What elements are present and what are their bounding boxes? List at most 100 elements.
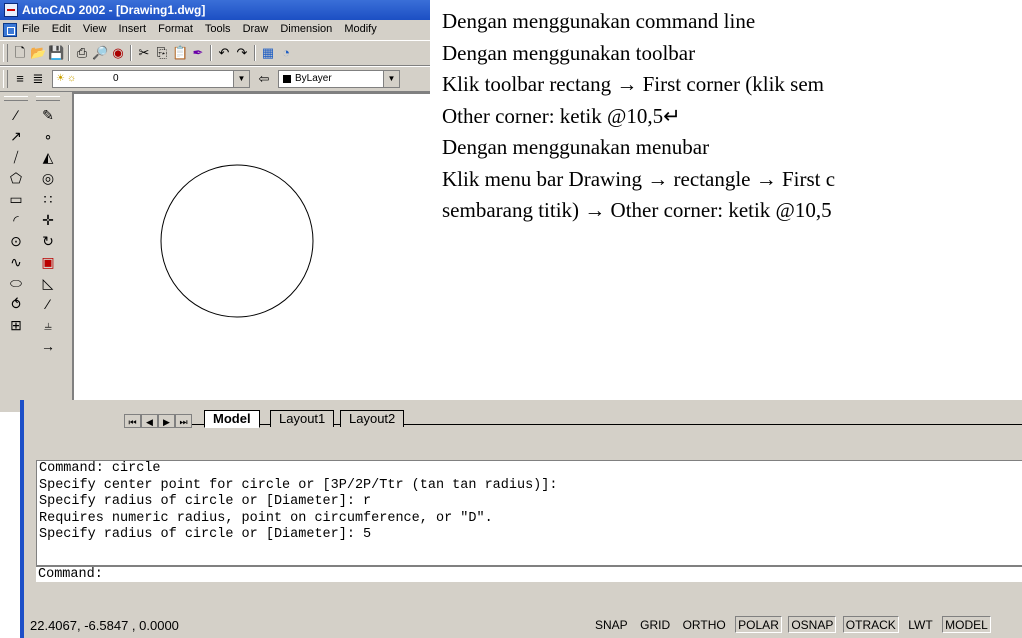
print-icon[interactable]: ⎙	[74, 45, 90, 61]
layer-value: 0	[113, 73, 119, 84]
otrack-toggle[interactable]: OTRACK	[842, 616, 899, 633]
autocad-app-icon[interactable]	[4, 3, 18, 17]
rectangle-icon[interactable]: ▭	[2, 189, 30, 210]
paste-icon[interactable]: 📋	[172, 45, 188, 61]
polygon-icon[interactable]: ⬠	[2, 168, 30, 189]
text-line: Klik toolbar rectang → First corner (kli…	[442, 72, 824, 96]
polar-toggle[interactable]: POLAR	[735, 616, 782, 633]
save-icon[interactable]: 💾	[48, 45, 64, 61]
circle-icon[interactable]: ⊙	[2, 231, 30, 252]
text-line: Dengan menggunakan toolbar	[442, 40, 696, 65]
spline-icon[interactable]: ∿	[2, 252, 30, 273]
print-preview-icon[interactable]: 🔎	[92, 45, 108, 61]
layers-toolbar: ≡ ≣ ☀ ☼ 0 ▼ ⇦ ByLayer ▼	[0, 66, 430, 92]
rotate-icon[interactable]: ↻	[34, 231, 62, 252]
drawing-area[interactable]	[72, 92, 430, 412]
status-toggles: SNAP GRID ORTHO POLAR OSNAP OTRACK LWT M…	[592, 616, 993, 634]
toolbar-grip[interactable]	[3, 44, 8, 62]
menu-tools[interactable]: Tools	[205, 23, 231, 35]
next-tab-icon[interactable]: ▶	[158, 414, 175, 428]
polyline-icon[interactable]: ⧸	[2, 147, 30, 168]
insert-block-icon[interactable]: ⊞	[2, 315, 30, 336]
ellipse-arc-icon[interactable]: ⥀	[2, 294, 30, 315]
menu-bar: File Edit View Insert Format Tools Draw …	[0, 20, 430, 40]
drawn-circle[interactable]	[160, 164, 314, 318]
text-line: Dengan menggunakan command line	[442, 9, 756, 33]
browser-icon[interactable]: ◔	[278, 45, 294, 61]
cut-icon[interactable]: ✂	[136, 45, 152, 61]
construction-line-icon[interactable]: ↗	[2, 126, 30, 147]
ortho-toggle[interactable]: ORTHO	[680, 616, 729, 633]
open-folder-icon[interactable]: 📂	[30, 45, 46, 61]
extend-icon[interactable]: →	[34, 336, 62, 357]
status-bar: 22.4067, -6.5847 , 0.0000 SNAP GRID ORTH…	[24, 614, 1022, 638]
undo-icon[interactable]: ↶	[216, 45, 232, 61]
color-dropdown[interactable]: ByLayer ▼	[278, 70, 400, 88]
array-icon[interactable]: ∷	[34, 189, 62, 210]
window-title: AutoCAD 2002 - [Drawing1.dwg]	[22, 3, 206, 17]
menu-view[interactable]: View	[83, 23, 107, 35]
command-line: Specify center point for circle or [3P/2…	[39, 477, 558, 493]
arc-icon[interactable]: ◜	[2, 210, 30, 231]
layout-tabs: ⏮ ◀ ▶ ⏭ Model Layout1 Layout2	[24, 400, 1022, 430]
scale-icon[interactable]: ▣	[34, 252, 62, 273]
layer-dropdown[interactable]: ☀ ☼ 0 ▼	[52, 70, 250, 88]
lengthen-icon[interactable]: ⁄	[34, 294, 62, 315]
tab-model[interactable]: Model	[204, 410, 260, 428]
chevron-down-icon[interactable]: ▼	[233, 71, 249, 87]
offset-icon[interactable]: ◎	[34, 168, 62, 189]
ellipse-icon[interactable]: ⬭	[2, 273, 30, 294]
layer-manager-icon[interactable]: ≡	[12, 71, 28, 87]
document-text: Dengan menggunakan command line Dengan m…	[442, 6, 835, 227]
copy-object-icon[interactable]: ∘	[34, 126, 62, 147]
layer-previous-icon[interactable]: ⇦	[256, 71, 272, 87]
command-input[interactable]: Command:	[36, 566, 1022, 582]
document-icon[interactable]	[3, 23, 17, 37]
toolbar-grip[interactable]	[3, 70, 8, 88]
autocad-window: AutoCAD 2002 - [Drawing1.dwg] File Edit …	[0, 0, 430, 412]
mirror-icon[interactable]: ◭	[34, 147, 62, 168]
tab-layout2[interactable]: Layout2	[340, 410, 405, 427]
make-current-layer-icon[interactable]: ≣	[30, 71, 46, 87]
erase-icon[interactable]: ✎	[34, 105, 62, 126]
trim-icon[interactable]: ⫨	[34, 315, 62, 336]
grid-toggle[interactable]: GRID	[637, 616, 673, 633]
menu-format[interactable]: Format	[158, 23, 193, 35]
redo-icon[interactable]: ↷	[234, 45, 250, 61]
title-bar: AutoCAD 2002 - [Drawing1.dwg]	[0, 0, 430, 20]
osnap-toggle[interactable]: OSNAP	[788, 616, 837, 633]
design-center-icon[interactable]: ▦	[260, 45, 276, 61]
command-line: Specify radius of circle or [Diameter]: …	[39, 494, 372, 509]
command-line: Command: circle	[39, 461, 161, 476]
toolbar-grip[interactable]	[36, 96, 60, 101]
move-icon[interactable]: ✛	[34, 210, 62, 231]
modify-toolbar: ✎ ∘ ◭ ◎ ∷ ✛ ↻ ▣ ◺ ⁄ ⫨ →	[34, 96, 62, 357]
command-history[interactable]: Command: circle Specify center point for…	[36, 460, 1022, 566]
draw-toolbar: ∕ ↗ ⧸ ⬠ ▭ ◜ ⊙ ∿ ⬭ ⥀ ⊞	[2, 96, 30, 336]
vertical-toolbars: ∕ ↗ ⧸ ⬠ ▭ ◜ ⊙ ∿ ⬭ ⥀ ⊞ ✎ ∘ ◭ ◎ ∷ ✛ ↻ ▣ ◺ …	[0, 92, 72, 412]
text-line: Other corner: ketik @10,5↵	[442, 103, 681, 128]
menu-edit[interactable]: Edit	[52, 23, 71, 35]
menu-modify[interactable]: Modify	[344, 23, 376, 35]
match-properties-icon[interactable]: ✒	[190, 45, 206, 61]
new-file-icon[interactable]: 🗋	[12, 45, 28, 61]
snap-toggle[interactable]: SNAP	[592, 616, 631, 633]
chevron-down-icon[interactable]: ▼	[383, 71, 399, 87]
tab-navigation: ⏮ ◀ ▶ ⏭	[124, 412, 192, 428]
first-tab-icon[interactable]: ⏮	[124, 414, 141, 428]
model-toggle[interactable]: MODEL	[942, 616, 991, 633]
toolbar-grip[interactable]	[4, 96, 28, 101]
menu-insert[interactable]: Insert	[119, 23, 147, 35]
menu-dimension[interactable]: Dimension	[280, 23, 332, 35]
stretch-icon[interactable]: ◺	[34, 273, 62, 294]
line-icon[interactable]: ∕	[2, 105, 30, 126]
last-tab-icon[interactable]: ⏭	[175, 414, 192, 428]
copy-icon[interactable]: ⎘	[154, 45, 170, 61]
tab-layout1[interactable]: Layout1	[270, 410, 335, 427]
menu-draw[interactable]: Draw	[243, 23, 269, 35]
previous-tab-icon[interactable]: ◀	[141, 414, 158, 428]
publish-icon[interactable]: ◉	[110, 45, 126, 61]
color-swatch	[283, 75, 291, 83]
menu-file[interactable]: File	[22, 23, 40, 35]
lwt-toggle[interactable]: LWT	[905, 616, 935, 633]
